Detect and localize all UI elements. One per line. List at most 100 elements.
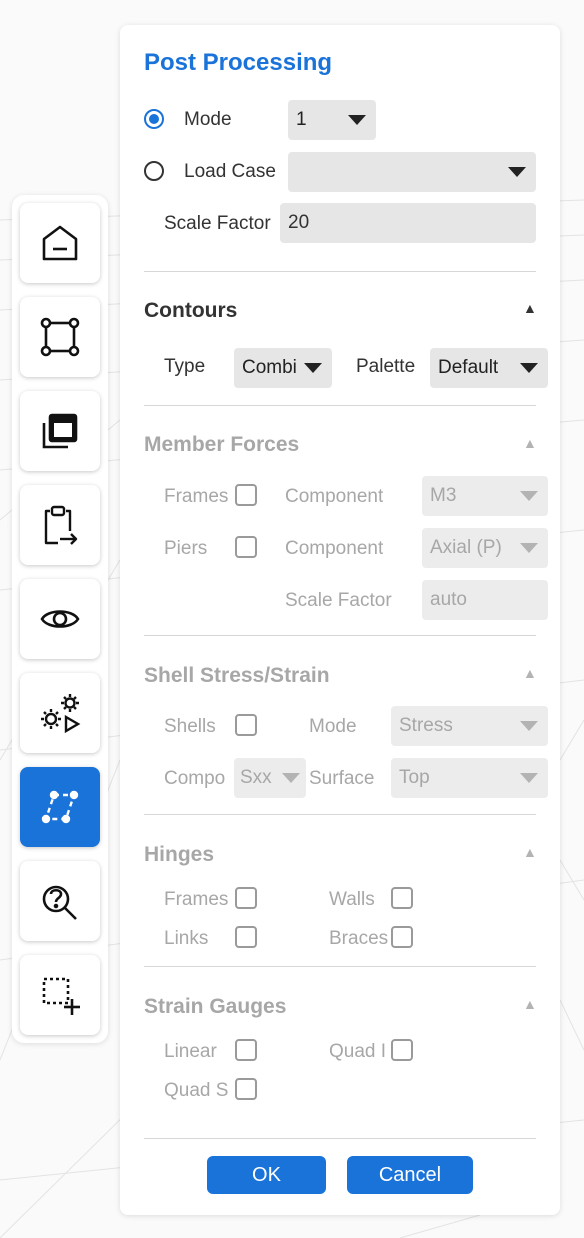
gears-run-icon: [41, 694, 81, 734]
frames-component-value: M3: [430, 485, 457, 506]
scale-factor-input[interactable]: 20: [280, 203, 536, 243]
linear-gauge-label: Linear: [164, 1041, 217, 1062]
shell-mode-value: Stress: [399, 715, 453, 736]
hinge-walls-label: Walls: [329, 889, 375, 910]
frames-label: Frames: [164, 486, 229, 507]
piers-component-select[interactable]: Axial (P): [422, 528, 548, 568]
collapse-triangle-icon[interactable]: ▲: [523, 665, 537, 681]
strain-gauges-section-title: Strain Gauges: [144, 995, 287, 1018]
collapse-triangle-icon[interactable]: ▲: [523, 435, 537, 451]
shells-checkbox[interactable]: [235, 714, 257, 736]
chevron-down-icon: [282, 773, 300, 783]
divider: [144, 966, 536, 967]
analysis-button[interactable]: [20, 673, 100, 753]
divider: [144, 271, 536, 272]
layers-icon: [42, 413, 78, 449]
home-button[interactable]: [20, 203, 100, 283]
hinge-frames-label: Frames: [164, 889, 229, 910]
chevron-down-icon: [520, 491, 538, 501]
home-icon: [42, 225, 78, 261]
surface-select[interactable]: Top: [391, 758, 548, 798]
chevron-down-icon: [520, 721, 538, 731]
member-scale-factor-label: Scale Factor: [285, 590, 392, 611]
quad-gauge-label: Quad I: [329, 1041, 387, 1062]
contour-type-value: Combi: [242, 357, 297, 378]
surface-label: Surface: [309, 768, 375, 789]
hinge-braces-checkbox[interactable]: [391, 926, 413, 948]
clipboard-export-icon: [44, 505, 78, 545]
contour-type-label: Type: [164, 356, 206, 377]
surface-value: Top: [399, 767, 430, 788]
chevron-down-icon: [348, 115, 366, 125]
quad-s-gauge-label: Quad S: [164, 1080, 229, 1101]
shell-component-label: Compo: [164, 768, 226, 789]
linear-gauge-checkbox[interactable]: [235, 1039, 257, 1061]
frames-checkbox[interactable]: [235, 484, 257, 506]
layers-button[interactable]: [20, 391, 100, 471]
divider: [144, 635, 536, 636]
hinge-braces-label: Braces: [329, 928, 389, 949]
divider: [144, 1138, 536, 1139]
view-button[interactable]: [20, 579, 100, 659]
shell-component-select[interactable]: Sxx: [234, 758, 306, 798]
search-help-button[interactable]: [20, 861, 100, 941]
divider: [144, 405, 536, 406]
frames-component-label: Component: [285, 486, 384, 507]
collapse-triangle-icon[interactable]: ▲: [523, 996, 537, 1012]
hinge-frames-checkbox[interactable]: [235, 887, 257, 909]
scale-factor-label: Scale Factor: [164, 213, 271, 234]
frames-component-select[interactable]: M3: [422, 476, 548, 516]
search-help-icon: [42, 885, 77, 920]
piers-label: Piers: [164, 538, 208, 559]
divider: [144, 814, 536, 815]
contour-type-select[interactable]: Combi: [234, 348, 332, 388]
nodes-button[interactable]: [20, 297, 100, 377]
ok-button[interactable]: OK: [207, 1156, 326, 1194]
contours-section-title: Contours: [144, 299, 238, 322]
collapse-triangle-icon[interactable]: ▲: [523, 300, 537, 316]
chevron-down-icon: [520, 773, 538, 783]
quad-gauge-checkbox[interactable]: [391, 1039, 413, 1061]
add-selection-icon: [42, 977, 80, 1015]
eye-icon: [40, 610, 80, 628]
hinge-links-label: Links: [164, 928, 209, 949]
post-processing-button[interactable]: [20, 767, 100, 847]
shell-stress-section-title: Shell Stress/Strain: [144, 664, 330, 687]
shell-mode-select[interactable]: Stress: [391, 706, 548, 746]
palette-label: Palette: [356, 356, 416, 377]
mode-select-value: 1: [296, 109, 307, 130]
chevron-down-icon: [520, 543, 538, 553]
load-case-select[interactable]: [288, 152, 536, 192]
hinge-links-checkbox[interactable]: [235, 926, 257, 948]
tool-sidebar: [12, 195, 108, 1043]
nodes-icon: [40, 317, 80, 357]
member-forces-section-title: Member Forces: [144, 433, 300, 456]
mode-radio[interactable]: [144, 109, 164, 129]
palette-value: Default: [438, 357, 499, 378]
shells-label: Shells: [164, 716, 216, 737]
piers-component-value: Axial (P): [430, 537, 502, 558]
chevron-down-icon: [520, 363, 538, 373]
shell-mode-label: Mode: [309, 716, 357, 737]
shell-component-value: Sxx: [240, 767, 272, 788]
member-scale-factor-input[interactable]: auto: [422, 580, 548, 620]
add-selection-button[interactable]: [20, 955, 100, 1035]
post-processing-icon: [41, 790, 79, 824]
hinges-section-title: Hinges: [144, 843, 215, 866]
hinge-walls-checkbox[interactable]: [391, 887, 413, 909]
collapse-triangle-icon[interactable]: ▲: [523, 844, 537, 860]
quad-s-gauge-checkbox[interactable]: [235, 1078, 257, 1100]
load-case-label: Load Case: [184, 161, 276, 182]
chevron-down-icon: [508, 167, 526, 177]
chevron-down-icon: [304, 363, 322, 373]
mode-label: Mode: [184, 109, 232, 130]
cancel-button[interactable]: Cancel: [347, 1156, 473, 1194]
mode-select[interactable]: 1: [288, 100, 376, 140]
load-case-radio[interactable]: [144, 161, 164, 181]
panel-title: Post Processing: [144, 49, 333, 76]
post-processing-panel: Post Processing Mode 1 Load Case Scale F…: [120, 25, 560, 1215]
piers-checkbox[interactable]: [235, 536, 257, 558]
export-button[interactable]: [20, 485, 100, 565]
piers-component-label: Component: [285, 538, 384, 559]
palette-select[interactable]: Default: [430, 348, 548, 388]
